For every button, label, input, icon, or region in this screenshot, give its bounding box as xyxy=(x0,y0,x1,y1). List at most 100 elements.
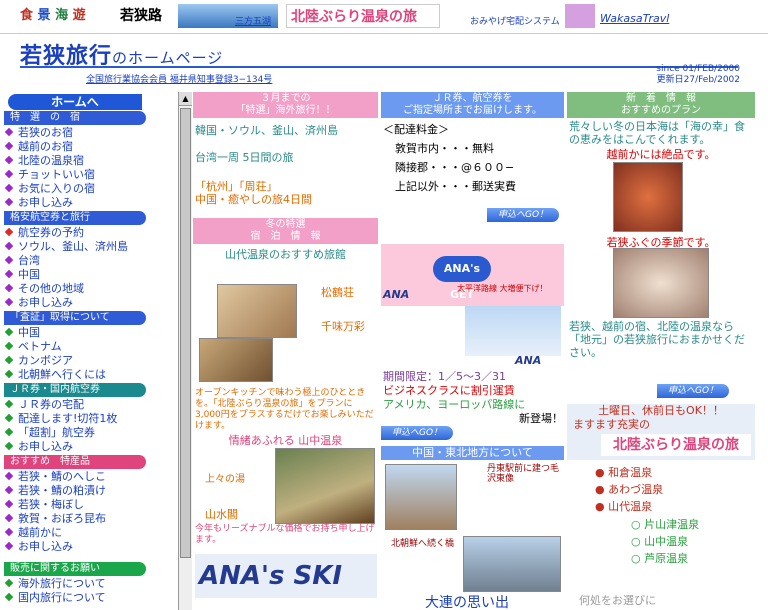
onsen-item[interactable]: ● 和倉温泉 xyxy=(595,464,663,481)
overseas-list: 韓国・ソウル、釜山、済州島 台湾一周 5日間の旅 「杭州」「周荘」 中国・癒やし… xyxy=(193,118,378,212)
onsen-banner[interactable]: 北陸ぶらり温泉の旅 xyxy=(286,4,440,28)
logo-chars[interactable]: 食 景 海 遊 xyxy=(20,4,86,28)
region-label: 若狭路 xyxy=(120,8,162,24)
sidebar-item[interactable]: その他の地域 xyxy=(0,282,176,296)
apply-button[interactable]: 申込へGO！ xyxy=(487,208,559,222)
logo-char: 遊 xyxy=(72,8,86,23)
sidebar-item[interactable]: 越前のお宿 xyxy=(0,140,176,154)
sidebar-item[interactable]: 若狭・鯖のへしこ xyxy=(0,470,176,484)
sidebar-item[interactable]: 敦賀・おぼろ昆布 xyxy=(0,512,176,526)
sidebar-item[interactable]: 国内旅行について xyxy=(0,591,176,605)
restaurant-photo xyxy=(217,284,297,338)
dalian-link[interactable]: 大連の思い出 xyxy=(425,592,509,610)
overseas-column: ３月までの 「特選」海外旅行！！ 韓国・ソウル、釜山、済州島 台湾一周 5日間の… xyxy=(193,92,378,610)
onsen-item[interactable]: ○ 山中温泉 xyxy=(631,533,699,550)
reasonable-text: 今年もリーズナブルな価格でお持ち申し上げます。 xyxy=(195,524,375,545)
sidebar-item[interactable]: お気に入りの宿 xyxy=(0,182,176,196)
ana-get-banner[interactable]: ANA's GET ANA 太平洋路線 大増便下げ！ xyxy=(381,244,564,306)
sidebar-item[interactable]: 台湾 xyxy=(0,254,176,268)
diamond-icon xyxy=(4,499,14,509)
diamond-icon xyxy=(4,399,14,409)
sidebar-item[interactable]: 「超割」航空券 xyxy=(0,426,176,440)
sidebar-item[interactable]: お申し込み xyxy=(0,196,176,210)
trip-link[interactable]: 台湾一周 5日間の旅 xyxy=(195,151,376,164)
promo-text: オープンキッチンで味わう極上のひとときを。「北陸ぶらり温泉の旅」をプランに3,0… xyxy=(195,388,374,431)
diamond-icon xyxy=(4,269,14,279)
scroll-thumb[interactable] xyxy=(180,108,191,558)
sidebar-item[interactable]: 越前かに xyxy=(0,526,176,540)
trip-link[interactable]: 中国・癒やしの旅4日間 xyxy=(195,193,376,206)
jr-ticket-column: ＪＲ券、航空券を ご指定場所までお届けします。 ＜配達料金＞ 敦賀市内・・・無料… xyxy=(381,92,564,610)
sidebar-item[interactable]: 北陸の温泉宿 xyxy=(0,154,176,168)
sidebar-item[interactable]: お申し込み xyxy=(0,296,176,310)
ana-logo: ANA xyxy=(515,354,542,367)
sidebar-item[interactable]: 若狭・梅ぼし xyxy=(0,498,176,512)
sidebar-item[interactable]: チョットいい宿 xyxy=(0,168,176,182)
mikata-link[interactable]: 三方五湖 xyxy=(235,16,271,28)
kitchen-photo xyxy=(199,338,273,382)
section-header: おすすめ 特産品 xyxy=(4,455,146,469)
onsen-item[interactable]: ○ 片山津温泉 xyxy=(631,516,699,533)
sidebar-item[interactable]: 配達します!切符1枚 xyxy=(0,412,176,426)
period-text: 期間限定：1／5〜3／31 xyxy=(383,370,506,383)
omiyage-link[interactable]: おみやげ宅配システム xyxy=(470,16,560,28)
onsen-item[interactable]: ● あわづ温泉 xyxy=(595,481,663,498)
news-column: 新 着 情 報 おすすめのプラン 荒々しい冬の日本海は「海の幸」食の恵みをはこん… xyxy=(567,92,755,610)
fugu-photo xyxy=(613,248,709,318)
diamond-icon xyxy=(4,413,14,423)
sidebar-item[interactable]: 若狭のお宿 xyxy=(0,126,176,140)
onsen-item[interactable]: ○ 芦原温泉 xyxy=(631,550,699,567)
sidebar-item[interactable]: 北朝鮮へ行くには xyxy=(0,368,176,382)
logo-char: 食 xyxy=(20,8,34,23)
diamond-icon xyxy=(4,169,14,179)
senmi-label: 千味万彩 xyxy=(321,320,365,333)
vertical-scrollbar[interactable]: ▲ xyxy=(178,92,192,610)
sidebar-item[interactable]: 若狭・鯖の粕漬け xyxy=(0,484,176,498)
diamond-icon xyxy=(4,527,14,537)
sidebar-item[interactable]: カンボジア xyxy=(0,354,176,368)
diamond-icon xyxy=(4,355,14,365)
title-sub: のホームページ xyxy=(112,49,224,67)
yamashiro-title[interactable]: 山代温泉のおすすめ旅館 xyxy=(193,246,378,262)
diamond-icon xyxy=(4,227,14,237)
diamond-icon xyxy=(4,341,14,351)
sidebar-item[interactable]: ＪＲ券の宅配 xyxy=(0,398,176,412)
sidebar-item[interactable]: 中国 xyxy=(0,326,176,340)
scroll-up-icon[interactable]: ▲ xyxy=(179,92,192,106)
onsen-item[interactable]: ● 山代温泉 xyxy=(595,498,663,515)
wakasa-travel-link[interactable]: WakasaTravl xyxy=(600,12,669,26)
trip-link[interactable]: 「杭州」「周荘」 xyxy=(195,180,376,193)
sidebar-item[interactable]: ベトナム xyxy=(0,340,176,354)
promo-block: 期間限定：1／5〜3／31 ビジネスクラスに割引運賃 アメリカ、ヨーロッパ路線に… xyxy=(383,370,563,426)
sidebar-item[interactable]: ソウル、釜山、済州島 xyxy=(0,240,176,254)
yamanaka-photo xyxy=(275,448,375,524)
apply-button[interactable]: 申込へGO！ xyxy=(657,384,729,398)
sidebar-item[interactable]: 中国 xyxy=(0,268,176,282)
date-info: since 01/FEB/2000 更新日27/Feb/2002 xyxy=(656,64,740,86)
overseas-header: ３月までの 「特選」海外旅行！！ xyxy=(193,92,378,118)
apply-button[interactable]: 申込へGO！ xyxy=(381,426,453,440)
uenoyu-label: 上々の湯 xyxy=(205,474,245,485)
diamond-icon xyxy=(4,369,14,379)
section-header: 販売に関するお願い xyxy=(4,562,146,576)
section-header: 「査証」取得について xyxy=(4,311,146,325)
sidebar-item[interactable]: お申し込み xyxy=(0,540,176,554)
diamond-icon xyxy=(4,485,14,495)
since-date: since 01/FEB/2000 xyxy=(656,64,740,74)
get-note: 太平洋路線 大増便下げ！ xyxy=(457,284,548,293)
trip-link[interactable]: 韓国・ソウル、釜山、済州島 xyxy=(195,124,376,137)
sidebar-item[interactable]: お申し込み xyxy=(0,440,176,454)
sidebar-item[interactable]: 航空券の予約 xyxy=(0,226,176,240)
mao-statue-photo xyxy=(385,464,457,530)
sidebar-item[interactable]: 海外旅行について xyxy=(0,577,176,591)
onsen-banner[interactable]: 北陸ぶらり温泉の旅 xyxy=(601,434,751,456)
yamanaka-title[interactable]: 情緒あふれる 山中温泉 xyxy=(193,432,378,448)
association-link[interactable]: 全国旅行業協会会員 福井県知事登録3−134号 xyxy=(86,72,272,85)
diamond-icon xyxy=(4,241,14,251)
omiyage-icon[interactable] xyxy=(565,4,595,28)
ana-ski-banner[interactable]: ANA's SKI xyxy=(195,554,377,598)
diamond-icon xyxy=(4,155,14,165)
home-button[interactable]: ホームへ xyxy=(8,94,142,110)
yamamizu-label: 山水閣 xyxy=(205,508,238,521)
diamond-icon xyxy=(4,441,14,451)
